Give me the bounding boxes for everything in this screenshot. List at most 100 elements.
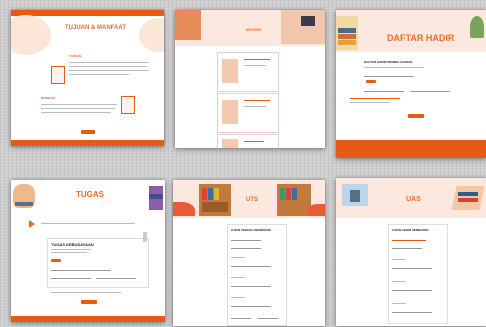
answer-field[interactable] xyxy=(51,267,111,271)
text-line xyxy=(364,67,424,68)
answer-field[interactable] xyxy=(231,263,271,267)
text-line xyxy=(41,223,135,224)
text-line xyxy=(51,249,91,250)
book xyxy=(202,202,228,212)
text-line xyxy=(69,70,149,71)
submit-button[interactable] xyxy=(366,80,376,83)
answer-field[interactable] xyxy=(258,315,278,319)
book xyxy=(458,192,478,196)
answer-field[interactable] xyxy=(392,287,432,291)
answer-field[interactable] xyxy=(231,303,271,307)
submit-button[interactable] xyxy=(81,300,97,304)
calculator xyxy=(350,190,360,202)
form-title: DAFTAR HADIR PEMBELAJARAN xyxy=(364,60,413,64)
panel-tujuan-manfaat[interactable]: TUJUAN & MANFAAT TUJUAN MANFAAT xyxy=(11,10,164,146)
text-line xyxy=(244,100,270,101)
book xyxy=(292,188,297,200)
material-card[interactable] xyxy=(217,93,279,133)
text-line xyxy=(350,98,400,99)
text-line xyxy=(244,106,266,107)
header-banner xyxy=(336,10,486,52)
text-line xyxy=(51,292,121,293)
decor-blob xyxy=(173,202,195,216)
class-field[interactable] xyxy=(392,245,422,249)
page-title: MATERI xyxy=(246,27,262,32)
assignment-form[interactable]: TUGAS KEBUDAYAAN xyxy=(47,238,149,288)
answer-field[interactable] xyxy=(392,309,432,313)
book-stack xyxy=(338,40,356,45)
answer-field[interactable] xyxy=(231,283,271,287)
name-field[interactable] xyxy=(392,237,426,241)
book xyxy=(280,188,285,200)
decor-blob xyxy=(307,204,325,216)
answer-field[interactable] xyxy=(231,315,251,319)
name-field[interactable] xyxy=(231,237,261,241)
text-line xyxy=(350,102,390,103)
text-line xyxy=(69,74,129,75)
form-title: UJIAN TENGAH SEMESTER xyxy=(231,228,271,232)
next-button[interactable] xyxy=(81,130,95,134)
document-icon xyxy=(121,96,135,114)
panel-tugas[interactable]: TUGAS TUGAS KEBUDAYAAN xyxy=(11,180,165,322)
book xyxy=(202,188,207,200)
attendance-form[interactable]: DAFTAR HADIR PEMBELAJARAN xyxy=(364,60,474,106)
play-icon[interactable] xyxy=(29,220,35,228)
text-line xyxy=(244,141,264,142)
decor-blob xyxy=(139,18,164,52)
text-line xyxy=(69,66,147,67)
answer-field[interactable] xyxy=(392,265,432,269)
next-button[interactable] xyxy=(408,114,424,118)
time-field[interactable] xyxy=(410,88,450,92)
text-line xyxy=(41,104,117,105)
panel-daftar-hadir[interactable]: DAFTAR HADIR DAFTAR HADIR PEMBELAJARAN xyxy=(336,10,486,158)
question-line xyxy=(231,297,245,298)
page-title: UTS xyxy=(246,197,258,203)
text-line xyxy=(41,112,111,113)
text-line xyxy=(244,59,270,60)
material-thumbnail xyxy=(222,59,238,83)
desk-item xyxy=(301,16,315,26)
page-title: UAS xyxy=(406,196,421,203)
book-stack xyxy=(338,34,356,39)
section-label: MANFAAT xyxy=(41,96,56,100)
book xyxy=(458,198,478,202)
panel-uts[interactable]: UTS UJIAN TENGAH SEMESTER xyxy=(173,180,325,326)
decor-blob xyxy=(11,15,51,55)
book-stack xyxy=(338,28,356,33)
document-icon xyxy=(51,66,65,84)
book xyxy=(214,188,219,200)
exam-form[interactable]: UJIAN TENGAH SEMESTER xyxy=(227,224,287,326)
class-field[interactable] xyxy=(96,275,136,279)
panel-uas[interactable]: UAS UJIAN AKHIR SEMESTER xyxy=(336,178,486,326)
name-field[interactable] xyxy=(364,73,414,77)
name-field[interactable] xyxy=(51,275,91,279)
book xyxy=(208,188,213,200)
material-thumbnail xyxy=(222,100,238,124)
material-thumbnail xyxy=(222,139,238,148)
question-line xyxy=(392,281,406,282)
panel-materi[interactable]: MATERI xyxy=(175,10,325,148)
class-field[interactable] xyxy=(364,88,404,92)
upload-button[interactable] xyxy=(51,259,61,262)
form-title: TUGAS KEBUDAYAAN xyxy=(51,242,94,247)
text-line xyxy=(41,108,115,109)
text-line xyxy=(51,252,87,253)
text-line xyxy=(244,65,266,66)
material-card[interactable] xyxy=(217,52,279,92)
section-label: TUJUAN xyxy=(69,54,82,58)
material-card[interactable] xyxy=(217,134,279,148)
question-line xyxy=(231,277,245,278)
page-title: TUJUAN & MANFAAT xyxy=(65,25,126,31)
question-line xyxy=(392,303,406,304)
question-line xyxy=(392,259,406,260)
exam-form[interactable]: UJIAN AKHIR SEMESTER xyxy=(388,224,448,324)
books-stack xyxy=(149,194,163,199)
scrollbar[interactable] xyxy=(143,232,147,242)
plant-illustration xyxy=(470,16,484,38)
question-line xyxy=(231,257,245,258)
book xyxy=(286,188,291,200)
footer-bar xyxy=(11,316,165,322)
text-line xyxy=(69,62,149,63)
page-title: DAFTAR HADIR xyxy=(387,33,455,43)
class-field[interactable] xyxy=(231,245,261,249)
